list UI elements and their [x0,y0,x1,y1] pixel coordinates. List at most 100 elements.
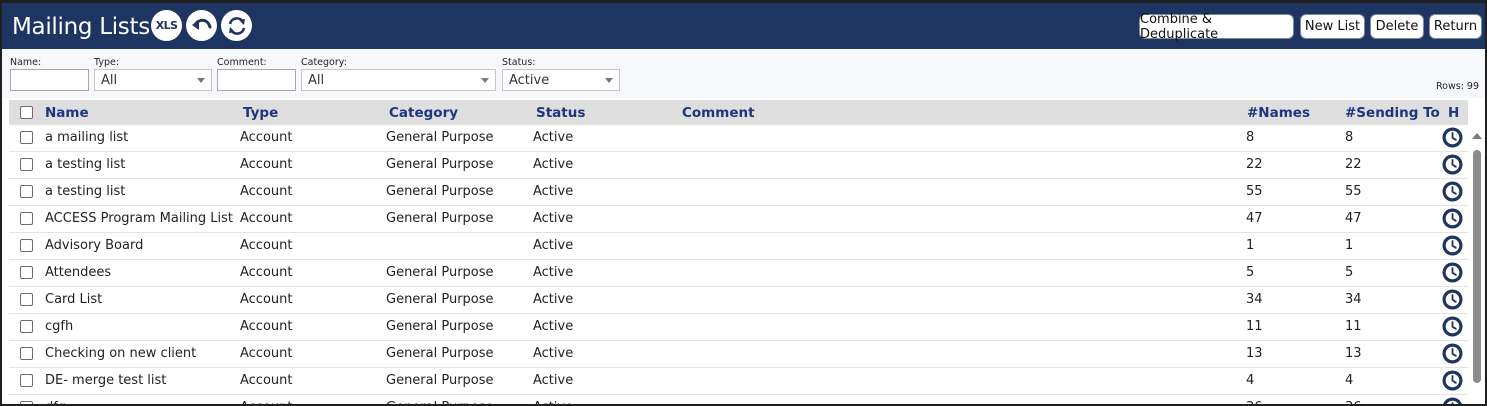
cell-type: Account [240,400,293,404]
row-count: Rows: 99 [1435,81,1479,92]
chevron-down-icon [605,78,613,83]
filter-bar: Name: Type: All Comment: Category: All S… [2,49,1485,98]
table-row[interactable]: a testing list Account General Purpose Acti… [9,152,1468,179]
cell-category: General Purpose [386,265,494,280]
row-checkbox[interactable] [20,293,33,306]
table-row[interactable]: Card List Account General Purpose Active 34 3… [9,287,1468,314]
column-header-comment[interactable]: Comment [682,105,755,121]
cell-names-count: 22 [1246,157,1263,172]
cell-category: General Purpose [386,346,494,361]
xls-label: XLS [155,19,178,32]
table-row[interactable]: DE- merge test list Account General Purpos… [9,368,1468,395]
cell-status: Active [533,157,574,172]
table-row[interactable]: dfg Account General Purpose Active 36 36 [9,395,1468,406]
xls-export-icon[interactable]: XLS [151,10,182,41]
cell-name[interactable]: ACCESS Program Mailing List [45,211,233,226]
history-clock-icon[interactable] [1442,262,1463,283]
history-clock-icon[interactable] [1442,289,1463,310]
cell-sending-to: 11 [1345,319,1362,334]
column-header-sending-to[interactable]: #Sending To [1345,105,1440,121]
cell-type: Account [240,157,293,172]
cell-name[interactable]: Checking on new client [45,346,196,361]
history-clock-icon[interactable] [1442,397,1463,406]
history-clock-icon[interactable] [1442,316,1463,337]
vertical-scrollbar[interactable] [1469,125,1485,404]
cell-type: Account [240,373,293,388]
table-row[interactable]: cgfh Account General Purpose Active 11 11 [9,314,1468,341]
table-row[interactable]: ACCESS Program Mailing List Account Genera… [9,206,1468,233]
category-filter-select[interactable]: All [301,69,496,91]
cell-name[interactable]: DE- merge test list [45,373,166,388]
cell-sending-to: 13 [1345,346,1362,361]
category-filter-label: Category: [301,57,347,68]
cell-status: Active [533,211,574,226]
header-bar: Mailing Lists XLS Combine & Deduplicate … [2,3,1485,49]
cell-names-count: 1 [1246,238,1255,253]
cell-name[interactable]: dfg [45,400,66,404]
undo-icon[interactable] [186,10,217,41]
scroll-up-arrow-icon[interactable] [1472,133,1482,139]
row-checkbox[interactable] [20,320,33,333]
new-list-button[interactable]: New List [1300,14,1365,39]
cell-sending-to: 8 [1345,130,1354,145]
cell-name[interactable]: Advisory Board [45,238,143,253]
history-clock-icon[interactable] [1442,181,1463,202]
cell-name[interactable]: Attendees [45,265,111,280]
history-clock-icon[interactable] [1442,154,1463,175]
cell-name[interactable]: a mailing list [45,130,128,145]
name-filter-input[interactable] [10,69,89,91]
comment-filter-label: Comment: [217,57,267,68]
cell-category: General Purpose [386,400,494,404]
status-filter-select[interactable]: Active [502,69,620,91]
row-checkbox[interactable] [20,347,33,360]
cell-sending-to: 36 [1345,400,1362,404]
table-row[interactable]: Checking on new client Account General Pur… [9,341,1468,368]
cell-status: Active [533,346,574,361]
row-checkbox[interactable] [20,401,33,404]
row-checkbox[interactable] [20,266,33,279]
refresh-icon[interactable] [221,10,252,41]
combine-deduplicate-button[interactable]: Combine & Deduplicate [1139,12,1294,42]
history-clock-icon[interactable] [1442,343,1463,364]
history-clock-icon[interactable] [1442,208,1463,229]
history-clock-icon[interactable] [1442,370,1463,391]
table-row[interactable]: a testing list Account General Purpose Acti… [9,179,1468,206]
column-header-status[interactable]: Status [536,105,585,121]
cell-type: Account [240,211,293,226]
return-button[interactable]: Return [1429,14,1482,39]
cell-name[interactable]: Card List [45,292,102,307]
cell-name[interactable]: a testing list [45,157,125,172]
row-checkbox[interactable] [20,374,33,387]
name-filter-label: Name: [10,57,42,68]
row-checkbox[interactable] [20,185,33,198]
delete-button[interactable]: Delete [1370,14,1424,39]
type-filter-value: All [101,73,118,88]
status-filter-value: Active [509,73,550,88]
column-header-names-count[interactable]: #Names [1247,105,1310,121]
type-filter-select[interactable]: All [94,69,212,91]
cell-names-count: 5 [1246,265,1255,280]
column-header-history[interactable]: H [1448,105,1459,121]
row-checkbox[interactable] [20,212,33,225]
cell-name[interactable]: a testing list [45,184,125,199]
cell-sending-to: 5 [1345,265,1354,280]
column-header-name[interactable]: Name [45,105,89,121]
scrollbar-thumb[interactable] [1473,150,1481,383]
row-checkbox[interactable] [20,158,33,171]
comment-filter-input[interactable] [217,69,296,91]
history-clock-icon[interactable] [1442,127,1463,148]
cell-type: Account [240,265,293,280]
column-header-type[interactable]: Type [243,105,278,121]
history-clock-icon[interactable] [1442,235,1463,256]
row-checkbox[interactable] [20,131,33,144]
cell-type: Account [240,238,293,253]
row-checkbox[interactable] [20,239,33,252]
column-header-category[interactable]: Category [389,105,458,121]
cell-name[interactable]: cgfh [45,319,73,334]
table-row[interactable]: Attendees Account General Purpose Active 5 5 [9,260,1468,287]
table-row[interactable]: a mailing list Account General Purpose Acti… [9,125,1468,152]
table-row[interactable]: Advisory Board Account Active 1 1 [9,233,1468,260]
cell-status: Active [533,265,574,280]
select-all-checkbox[interactable] [20,106,33,119]
chevron-down-icon [481,78,489,83]
